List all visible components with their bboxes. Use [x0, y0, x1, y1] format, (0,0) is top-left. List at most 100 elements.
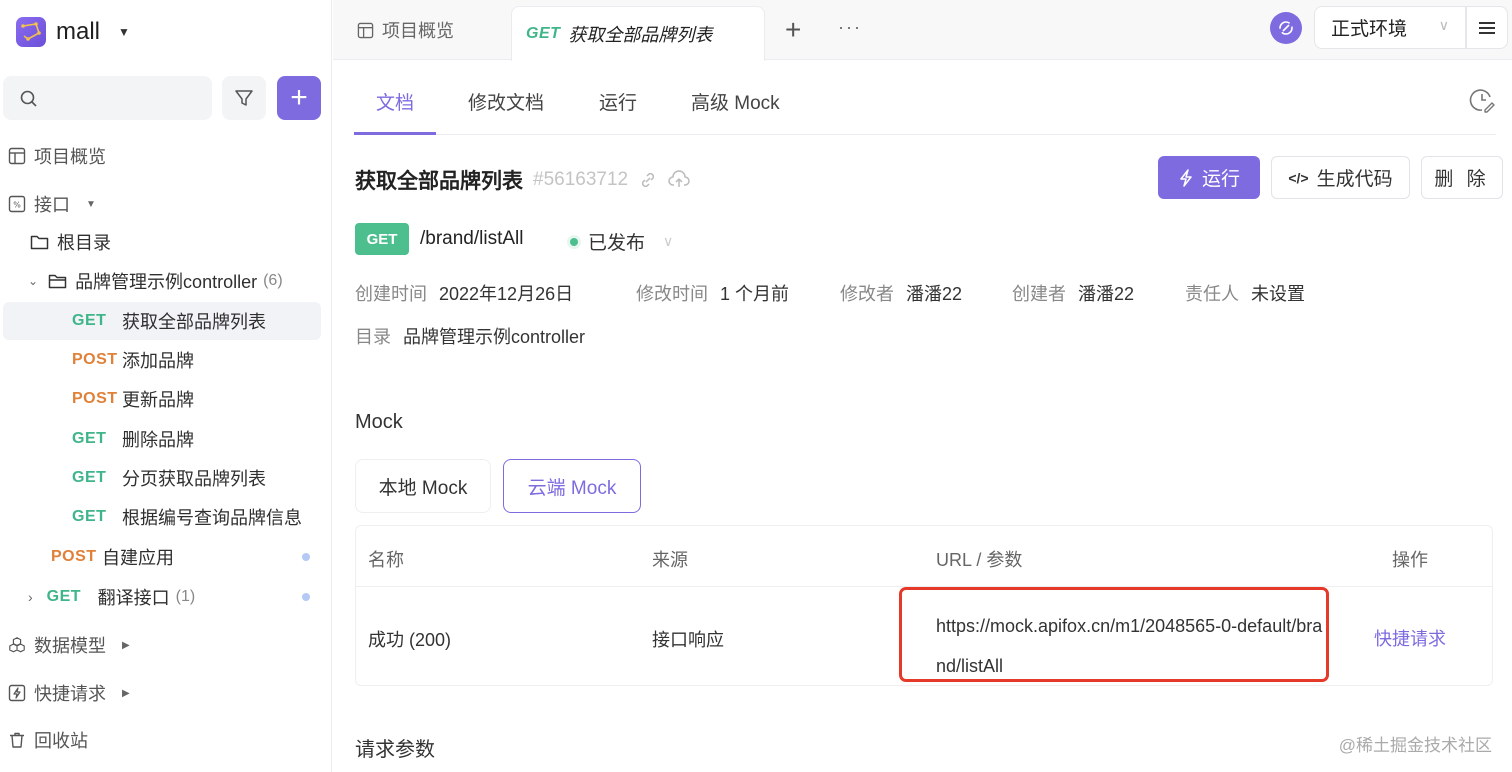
meta-value: 1 个月前: [720, 284, 790, 304]
generate-code-button[interactable]: </> 生成代码: [1271, 156, 1410, 199]
meta-value: 未设置: [1251, 284, 1305, 304]
subtab-doc[interactable]: 文档: [376, 88, 414, 115]
column-header-url: URL / 参数: [936, 550, 1023, 570]
status-dot: [570, 237, 578, 246]
subtab-advanced-mock[interactable]: 高级 Mock: [691, 88, 780, 115]
sidebar-item-interfaces[interactable]: % 接口 ▼: [8, 191, 96, 217]
meta-created-time: 创建时间 2022年12月26日: [355, 280, 573, 306]
meta-key: 创建者: [1012, 284, 1066, 304]
api-title: 获取全部品牌列表 #56163712: [355, 165, 690, 195]
tree-count: (6): [263, 272, 283, 289]
mock-url[interactable]: https://mock.apifox.cn/m1/2048565-0-defa…: [936, 606, 1326, 686]
sidebar: mall ▼ + 项目概览 % 接口 ▼ 根目录 ⌄ 品牌管理示例control…: [0, 0, 332, 772]
meta-key: 修改时间: [636, 284, 708, 304]
tree-item-endpoint[interactable]: POST 自建应用: [0, 538, 332, 576]
sidebar-item-quick-requests[interactable]: 快捷请求 ▶: [8, 680, 130, 706]
sidebar-item-recycle-bin[interactable]: 回收站: [8, 727, 88, 753]
tab-project-overview[interactable]: 项目概览: [357, 0, 454, 60]
subtab-run[interactable]: 运行: [599, 88, 637, 115]
layout-icon: [8, 147, 26, 165]
environment-select[interactable]: 正式环境 ∨: [1314, 6, 1466, 49]
unsaved-dot: [302, 593, 310, 601]
app-logo-icon: [16, 17, 46, 47]
subtab-edit-doc[interactable]: 修改文档: [468, 88, 544, 115]
new-tab-button[interactable]: +: [785, 16, 801, 44]
tree-item-endpoint[interactable]: › GET 翻译接口 (1): [0, 578, 332, 616]
tree-item-endpoint[interactable]: POST 添加品牌: [0, 341, 332, 379]
method-label: GET: [72, 508, 107, 525]
doc-subtabs: 文档 修改文档 运行 高级 Mock: [354, 60, 1496, 135]
tree-item-endpoint[interactable]: GET 获取全部品牌列表: [3, 302, 321, 340]
meta-directory: 目录 品牌管理示例controller: [355, 323, 585, 349]
sidebar-item-overview[interactable]: 项目概览: [8, 143, 106, 169]
tree-item-endpoint[interactable]: GET 根据编号查询品牌信息: [0, 498, 332, 536]
add-button[interactable]: +: [277, 76, 321, 120]
more-tabs-button[interactable]: ···: [838, 17, 862, 38]
api-icon: %: [8, 195, 26, 213]
tab-label: 获取全部品牌列表: [568, 25, 713, 45]
watermark: @稀土掘金技术社区: [1338, 736, 1492, 755]
tree-item-endpoint[interactable]: GET 分页获取品牌列表: [0, 459, 332, 497]
chevron-down-icon: ⌄: [28, 274, 39, 288]
meta-owner: 责任人 未设置: [1185, 280, 1305, 306]
project-switcher[interactable]: mall ▼: [16, 17, 130, 47]
history-button[interactable]: [1468, 86, 1496, 119]
search-icon: [20, 90, 37, 107]
tree-label: 更新品牌: [122, 390, 194, 410]
cubes-icon: [8, 636, 26, 654]
button-label: 运行: [1201, 169, 1240, 190]
tree-label: 自建应用: [102, 548, 174, 568]
button-label: 生成代码: [1316, 169, 1393, 190]
caret-right-icon: ▶: [122, 687, 130, 699]
mock-source: 接口响应: [652, 630, 724, 650]
meta-key: 责任人: [1185, 284, 1239, 304]
api-path[interactable]: /brand/listAll: [420, 228, 524, 250]
method-label: GET: [72, 430, 107, 447]
tree-folder-brand[interactable]: ⌄ 品牌管理示例controller (6): [0, 262, 332, 300]
sidebar-label: 快捷请求: [34, 684, 106, 704]
sidebar-item-data-models[interactable]: 数据模型 ▶: [8, 632, 130, 658]
tree-folder-root[interactable]: 根目录: [0, 223, 332, 261]
method-label: GET: [72, 469, 107, 486]
run-button[interactable]: 运行: [1158, 156, 1260, 199]
mock-name: 成功 (200): [368, 630, 452, 650]
sidebar-label: 接口: [34, 195, 70, 215]
column-header-source: 来源: [652, 550, 688, 570]
api-name: 获取全部品牌列表: [355, 170, 523, 193]
caret-right-icon: ▶: [122, 639, 130, 651]
menu-button[interactable]: [1466, 6, 1508, 49]
tab-label: 项目概览: [382, 21, 454, 41]
meta-value: 品牌管理示例controller: [403, 327, 586, 347]
method-label: POST: [51, 548, 97, 565]
tab-label: 云端 Mock: [527, 477, 617, 499]
tab-active-endpoint[interactable]: GET 获取全部品牌列表: [511, 6, 765, 61]
cloud-upload-icon[interactable]: [668, 170, 690, 190]
caret-down-icon: ▼: [118, 25, 130, 39]
unsaved-dot: [302, 553, 310, 561]
sync-button[interactable]: [1270, 12, 1302, 44]
tab-cloud-mock[interactable]: 云端 Mock: [503, 459, 641, 513]
button-label: 删 除: [1434, 169, 1490, 190]
tab-local-mock[interactable]: 本地 Mock: [355, 459, 491, 513]
sidebar-label: 回收站: [34, 731, 88, 751]
folder-open-icon: [48, 273, 67, 289]
tree-item-endpoint[interactable]: GET 删除品牌: [0, 420, 332, 458]
tree-label: 品牌管理示例controller: [75, 272, 258, 292]
meta-modified-time: 修改时间 1 个月前: [636, 280, 789, 306]
lightning-icon: [8, 684, 26, 702]
sidebar-label: 数据模型: [34, 636, 106, 656]
method-label: GET: [46, 588, 82, 605]
meta-key: 目录: [355, 327, 391, 347]
status-select[interactable]: 已发布 ∨: [570, 228, 673, 255]
chevron-right-icon: ›: [28, 589, 33, 605]
meta-value: 2022年12月26日: [439, 284, 574, 304]
filter-button[interactable]: [222, 76, 266, 120]
search-input[interactable]: [3, 76, 212, 120]
status-label: 已发布: [588, 233, 646, 254]
active-tab-indicator: [354, 132, 436, 135]
tree-item-endpoint[interactable]: POST 更新品牌: [0, 380, 332, 418]
link-icon[interactable]: [638, 170, 658, 190]
quick-request-link[interactable]: 快捷请求: [1374, 625, 1446, 651]
chevron-down-icon: ∨: [1438, 17, 1449, 33]
delete-button[interactable]: 删 除: [1421, 156, 1503, 199]
